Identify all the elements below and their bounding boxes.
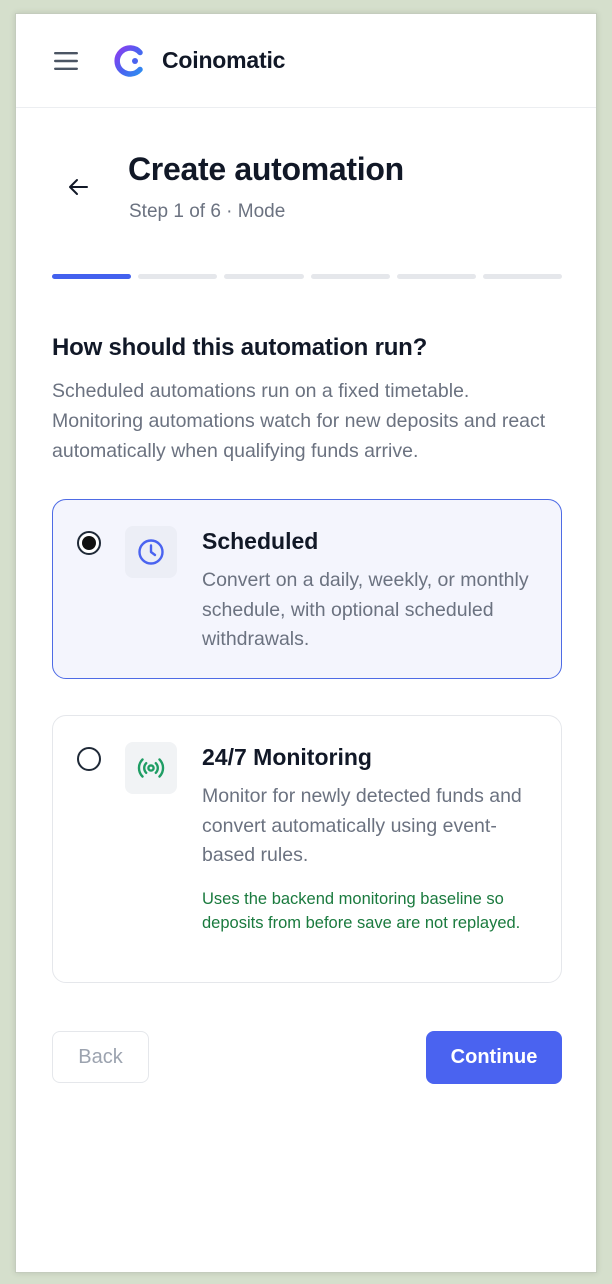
back-button[interactable]: Back [52, 1031, 149, 1083]
option-description: Convert on a daily, weekly, or monthly s… [202, 569, 529, 650]
progress-segment-6 [482, 274, 563, 279]
option-title: 24/7 Monitoring [202, 744, 372, 770]
option-scheduled[interactable]: Scheduled Convert on a daily, weekly, or… [52, 499, 562, 679]
top-bar: Coinomatic [16, 14, 596, 108]
section-description: Scheduled automations run on a fixed tim… [52, 380, 546, 462]
progress-segment-5 [396, 274, 476, 279]
option-description: Monitor for newly detected funds and con… [202, 785, 522, 866]
menu-icon[interactable] [52, 47, 80, 75]
back-arrow-icon[interactable] [64, 173, 92, 201]
option-note: Uses the backend monitoring baseline so … [202, 890, 521, 932]
progress-segment-1 [52, 274, 132, 279]
progress-segment-2 [138, 274, 218, 279]
section-heading: How should this automation run? [52, 334, 428, 361]
step-progress-bar [52, 274, 563, 279]
progress-segment-3 [224, 274, 304, 279]
radio-monitoring[interactable] [77, 747, 101, 771]
option-monitoring[interactable]: 24/7 Monitoring Monitor for newly detect… [52, 715, 562, 983]
app-window: Coinomatic Create automation Step 1 of 6… [15, 13, 597, 1273]
broadcast-icon [125, 742, 177, 794]
step-indicator: Step 1 of 6 · Mode [129, 201, 286, 222]
brand-name: Coinomatic [162, 47, 286, 73]
page-title: Create automation [128, 151, 404, 187]
progress-segment-4 [310, 274, 390, 279]
option-title: Scheduled [202, 528, 319, 554]
coinomatic-logo-icon[interactable] [112, 43, 148, 79]
radio-scheduled[interactable] [77, 531, 101, 555]
clock-icon [125, 526, 177, 578]
continue-button[interactable]: Continue [426, 1031, 562, 1084]
